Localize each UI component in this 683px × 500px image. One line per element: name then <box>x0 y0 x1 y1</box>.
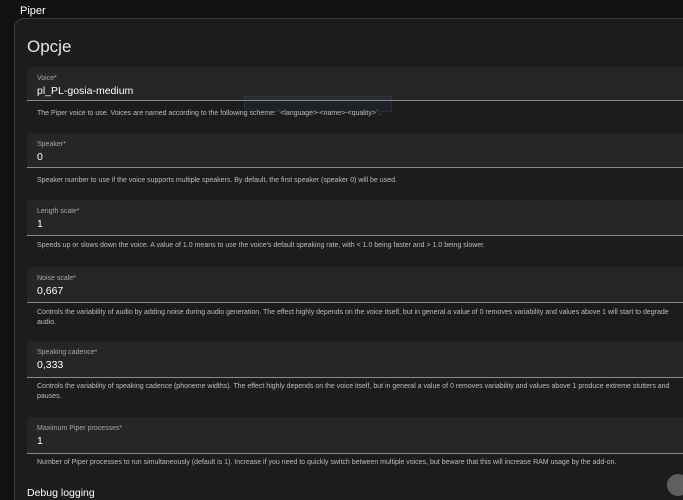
voice-value: pl_PL-gosia-medium <box>37 85 134 97</box>
length-scale-field[interactable]: Length scale* 1 <box>27 200 683 236</box>
max-processes-label: Maximum Piper processes* <box>37 425 123 432</box>
speaking-cadence-field[interactable]: Speaking cadence* 0,333 <box>27 341 683 378</box>
noise-scale-value: 0,667 <box>37 285 64 297</box>
noise-scale-label: Noise scale* <box>37 275 76 282</box>
length-scale-label: Length scale* <box>37 208 80 215</box>
noise-scale-helper: Controls the variability of audio by add… <box>37 309 669 326</box>
speaker-value: 0 <box>37 151 43 163</box>
speaking-cadence-helper: Controls the variability of speaking cad… <box>37 383 670 400</box>
debug-logging-label: Debug logging <box>27 487 95 499</box>
card-title: Opcje <box>27 37 72 56</box>
drag-ghost-overlay <box>244 96 392 112</box>
options-card: Opcje Voice* pl_PL-gosia-medium The Pipe… <box>14 18 683 500</box>
speaker-label: Speaker* <box>37 141 66 148</box>
voice-label: Voice* <box>37 75 57 82</box>
debug-logging-toggle[interactable] <box>667 474 683 496</box>
speaking-cadence-value: 0,333 <box>37 359 64 371</box>
max-processes-value: 1 <box>37 435 43 447</box>
noise-scale-field[interactable]: Noise scale* 0,667 <box>27 267 683 303</box>
length-scale-value: 1 <box>37 218 43 230</box>
speaker-helper: Speaker number to use if the voice suppo… <box>37 177 397 184</box>
app-title: Piper <box>20 5 46 17</box>
length-scale-helper: Speeds up or slows down the voice. A val… <box>37 242 486 249</box>
speaker-field[interactable]: Speaker* 0 <box>27 133 683 168</box>
max-processes-field[interactable]: Maximum Piper processes* 1 <box>27 417 683 454</box>
speaking-cadence-label: Speaking cadence* <box>37 349 98 356</box>
max-processes-helper: Number of Piper processes to run simulta… <box>37 459 617 466</box>
